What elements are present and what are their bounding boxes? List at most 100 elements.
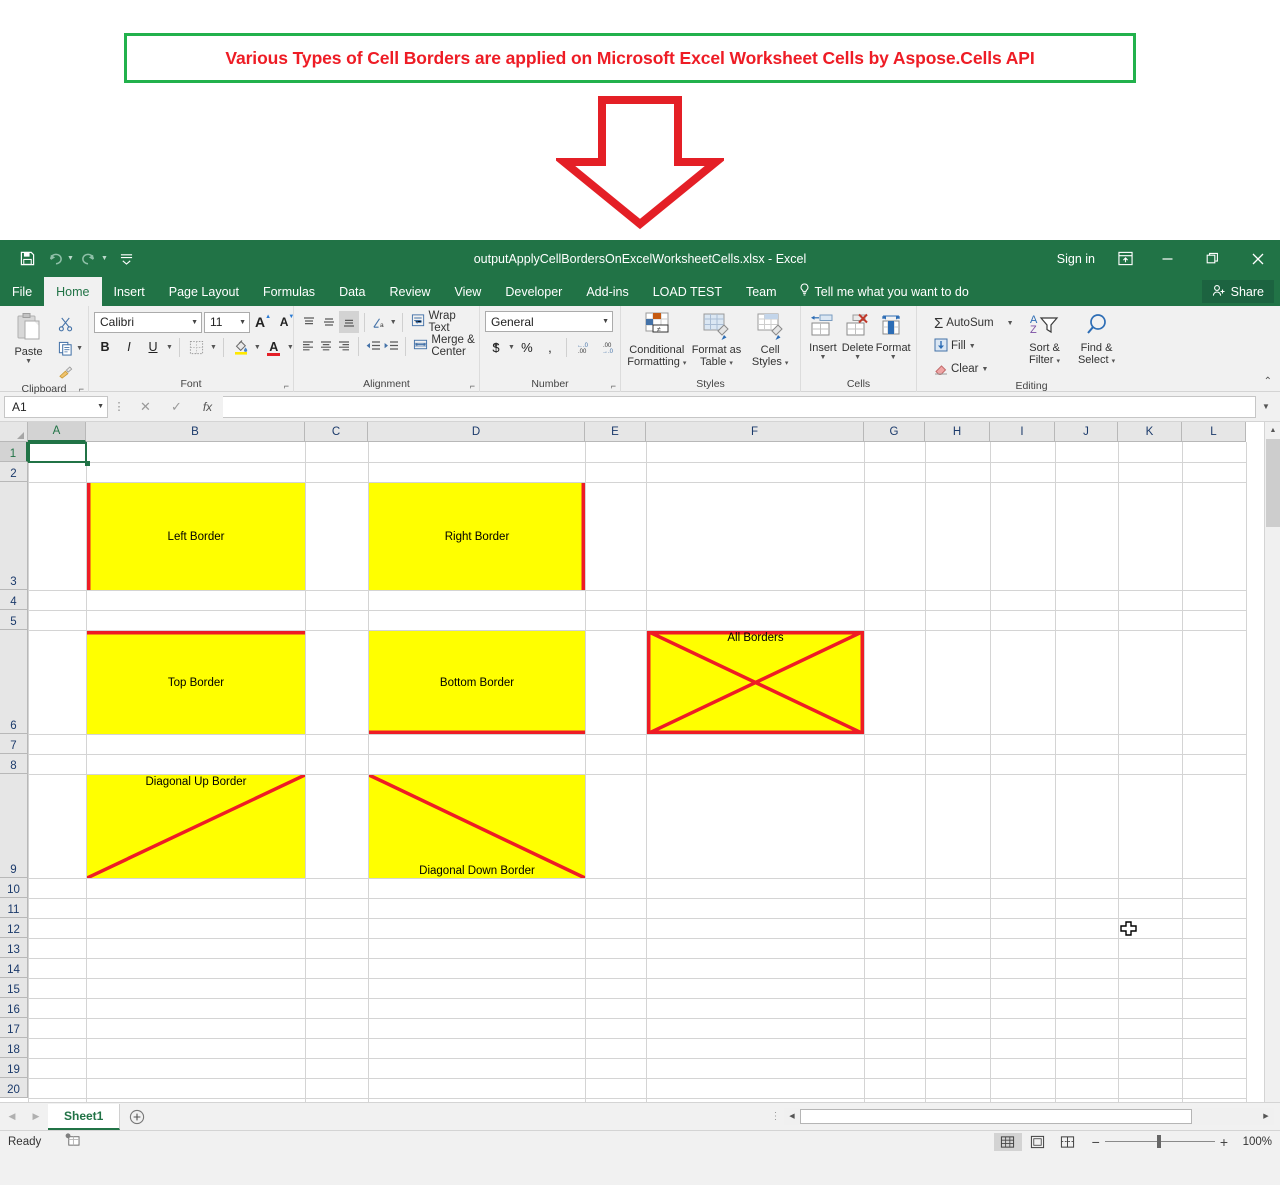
sheet-tab-sheet1[interactable]: Sheet1: [48, 1103, 121, 1130]
tab-file[interactable]: File: [0, 277, 44, 306]
name-box[interactable]: A1 ▼: [4, 395, 108, 418]
customize-qat-icon[interactable]: [114, 247, 140, 271]
column-header-A[interactable]: A: [28, 422, 86, 442]
row-header-3[interactable]: 3: [0, 482, 28, 590]
row-header-18[interactable]: 18: [0, 1038, 28, 1058]
find-select-button[interactable]: Find & Select ▾: [1073, 310, 1121, 367]
paste-button[interactable]: Paste ▼: [5, 310, 52, 365]
delete-cells-caret-icon[interactable]: ▼: [854, 354, 861, 361]
horizontal-scrollbar[interactable]: ◀ ▶: [784, 1107, 1274, 1125]
borders-button[interactable]: [186, 336, 208, 358]
tab-home[interactable]: Home: [44, 277, 102, 306]
row-header-16[interactable]: 16: [0, 998, 28, 1018]
column-header-L[interactable]: L: [1182, 422, 1246, 442]
orientation-button[interactable]: a: [369, 311, 388, 333]
cell-D9[interactable]: Diagonal Down Border: [369, 775, 585, 878]
increase-indent-button[interactable]: [382, 335, 399, 357]
comma-format-button[interactable]: ,: [539, 336, 561, 358]
decrease-indent-button[interactable]: [364, 335, 381, 357]
zoom-out-button[interactable]: −: [1092, 1134, 1100, 1150]
fill-color-button[interactable]: [230, 336, 252, 358]
insert-cells-button[interactable]: Insert ▼: [806, 310, 840, 361]
accounting-format-button[interactable]: $: [485, 336, 507, 358]
row-header-17[interactable]: 17: [0, 1018, 28, 1038]
bold-button[interactable]: B: [94, 336, 116, 358]
paste-caret-icon[interactable]: ▼: [25, 358, 32, 365]
minimize-button[interactable]: [1145, 240, 1190, 277]
clear-button[interactable]: Clear ▼: [931, 358, 1017, 380]
tab-developer[interactable]: Developer: [493, 277, 574, 306]
scroll-up-icon[interactable]: ▲: [1265, 422, 1280, 438]
tab-team[interactable]: Team: [734, 277, 789, 306]
row-header-20[interactable]: 20: [0, 1078, 28, 1098]
row-header-12[interactable]: 12: [0, 918, 28, 938]
increase-font-size-button[interactable]: A ▲: [252, 311, 274, 333]
row-header-6[interactable]: 6: [0, 630, 28, 734]
cell-D6[interactable]: Bottom Border: [369, 631, 585, 734]
row-header-13[interactable]: 13: [0, 938, 28, 958]
italic-button[interactable]: I: [118, 336, 140, 358]
cells-area[interactable]: Left Border Right Border Top Border Bottom …: [28, 442, 1280, 1102]
decrease-decimal-button[interactable]: .00 →.0: [597, 336, 621, 358]
format-cells-button[interactable]: Format ▼: [875, 310, 911, 361]
undo-icon[interactable]: [42, 247, 68, 271]
font-color-button[interactable]: A: [263, 336, 285, 358]
page-break-preview-button[interactable]: [1054, 1133, 1082, 1151]
align-middle-button[interactable]: [319, 311, 338, 333]
column-header-I[interactable]: I: [990, 422, 1055, 442]
font-name-combo[interactable]: Calibri ▼: [94, 311, 202, 333]
zoom-slider[interactable]: − +: [1092, 1134, 1228, 1150]
name-box-caret-icon[interactable]: ▼: [97, 403, 104, 410]
percent-format-button[interactable]: %: [516, 336, 538, 358]
font-size-caret-icon[interactable]: ▼: [235, 319, 246, 326]
row-header-11[interactable]: 11: [0, 898, 28, 918]
confirm-icon[interactable]: ✓: [161, 396, 192, 418]
row-header-5[interactable]: 5: [0, 610, 28, 630]
cut-button[interactable]: [54, 313, 76, 335]
column-header-D[interactable]: D: [368, 422, 585, 442]
cell-B6[interactable]: Top Border: [87, 631, 305, 734]
save-icon[interactable]: [14, 247, 40, 271]
tab-review[interactable]: Review: [377, 277, 442, 306]
row-header-19[interactable]: 19: [0, 1058, 28, 1078]
share-button[interactable]: Share: [1201, 280, 1274, 303]
insert-cells-caret-icon[interactable]: ▼: [819, 354, 826, 361]
tab-load-test[interactable]: LOAD TEST: [641, 277, 734, 306]
column-header-F[interactable]: F: [646, 422, 864, 442]
tab-data[interactable]: Data: [327, 277, 377, 306]
orientation-caret-icon[interactable]: ▼: [390, 319, 397, 326]
zoom-in-button[interactable]: +: [1220, 1134, 1228, 1150]
number-format-combo[interactable]: General ▼: [485, 311, 613, 332]
format-cells-caret-icon[interactable]: ▼: [890, 354, 897, 361]
tab-insert[interactable]: Insert: [102, 277, 157, 306]
font-dialog-launcher[interactable]: ⌐: [284, 381, 289, 391]
column-header-C[interactable]: C: [305, 422, 368, 442]
tab-page-layout[interactable]: Page Layout: [157, 277, 251, 306]
formula-input[interactable]: [223, 395, 1256, 418]
cell-F6[interactable]: All Borders: [647, 631, 864, 734]
number-dialog-launcher[interactable]: ⌐: [611, 381, 616, 391]
copy-button[interactable]: [54, 337, 76, 359]
zoom-thumb[interactable]: [1156, 1135, 1161, 1148]
autosum-caret-icon[interactable]: ▼: [1007, 320, 1014, 327]
insert-function-icon[interactable]: fx: [192, 396, 223, 418]
zoom-level[interactable]: 100%: [1230, 1136, 1272, 1148]
format-painter-button[interactable]: [54, 361, 76, 383]
cell-D3[interactable]: Right Border: [369, 483, 585, 590]
tab-add-ins[interactable]: Add-ins: [574, 277, 640, 306]
fill-handle[interactable]: [85, 461, 90, 466]
vertical-scrollbar[interactable]: ▲: [1264, 422, 1280, 1102]
align-bottom-button[interactable]: [339, 311, 359, 333]
borders-caret-icon[interactable]: ▼: [210, 344, 217, 351]
align-right-button[interactable]: [336, 335, 353, 357]
cancel-icon[interactable]: ✕: [130, 396, 161, 418]
increase-decimal-button[interactable]: ←.0.00: [572, 336, 596, 358]
close-button[interactable]: [1235, 240, 1280, 277]
expand-formula-bar-icon[interactable]: ▼: [1256, 396, 1276, 418]
autosum-button[interactable]: Σ AutoSum ▼: [931, 312, 1017, 334]
vertical-scroll-thumb[interactable]: [1266, 439, 1280, 527]
restore-button[interactable]: [1190, 240, 1235, 277]
row-header-9[interactable]: 9: [0, 774, 28, 878]
prev-sheet-icon[interactable]: ◀: [0, 1104, 24, 1130]
clipboard-dialog-launcher[interactable]: ⌐: [79, 384, 84, 394]
